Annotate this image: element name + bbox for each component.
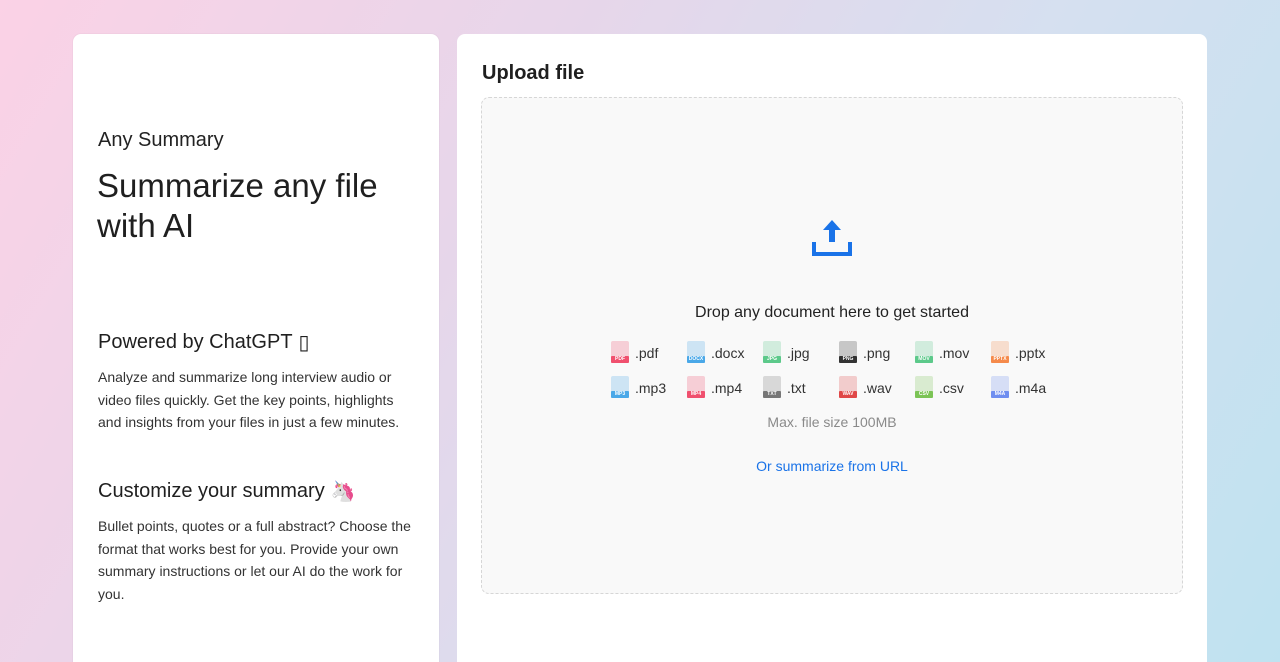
file-type-label: .docx <box>711 345 745 361</box>
file-types-row: PDF .pdf DOCX .docx JPG .jpg PNG .png MOV .mov PPT… <box>482 341 1182 365</box>
file-type-m4a: M4A .m4a <box>991 376 1053 400</box>
file-type-png: PNG .png <box>839 341 901 365</box>
upload-panel: Upload file Drop any document here to ge… <box>457 34 1207 662</box>
pdf-file-icon: PDF <box>611 341 631 365</box>
feature-title-text: Customize your summary <box>98 480 325 502</box>
mp4-file-icon: MP4 <box>687 376 707 400</box>
file-type-label: .wav <box>863 380 892 396</box>
csv-file-icon: CSV <box>915 376 935 400</box>
file-type-label: .mp3 <box>635 380 667 396</box>
file-types-row: MP3 .mp3 MP4 .mp4 TXT .txt WAV .wav CSV .csv M4A .m… <box>482 376 1182 400</box>
file-type-label: .png <box>863 345 891 361</box>
summarize-from-url-link[interactable]: Or summarize from URL <box>482 458 1182 474</box>
feature-title-customize: Customize your summary 🦄 <box>98 479 356 504</box>
file-type-mov: MOV .mov <box>915 341 977 365</box>
hero-heading: Summarize any file with AI <box>97 167 378 244</box>
placeholder-glyph-icon: ▯ <box>298 332 310 354</box>
max-file-size: Max. file size 100MB <box>767 414 897 430</box>
file-type-label: .jpg <box>787 345 810 361</box>
png-file-icon: PNG <box>839 341 859 365</box>
txt-file-icon: TXT <box>763 376 783 400</box>
file-type-label: .csv <box>939 380 964 396</box>
feature-title-chatgpt: Powered by ChatGPT ▯ <box>98 330 310 355</box>
file-type-label: .mov <box>939 345 970 361</box>
drop-instructions: Drop any document here to get started <box>695 304 969 321</box>
m4a-file-icon: M4A <box>991 376 1011 400</box>
file-dropzone[interactable]: Drop any document here to get started PD… <box>481 97 1183 594</box>
file-type-jpg: JPG .jpg <box>763 341 825 365</box>
file-type-pdf: PDF .pdf <box>611 341 673 365</box>
feature-text-customize: Bullet points, quotes or a full abstract… <box>98 518 411 602</box>
feature-title-text: Powered by ChatGPT <box>98 331 293 353</box>
jpg-file-icon: JPG <box>763 341 783 365</box>
unicorn-icon: 🦄 <box>330 481 356 503</box>
mp3-file-icon: MP3 <box>611 376 631 400</box>
file-type-pptx: PPTX .pptx <box>991 341 1053 365</box>
file-type-mp4: MP4 .mp4 <box>687 376 749 400</box>
wav-file-icon: WAV <box>839 376 859 400</box>
file-type-docx: DOCX .docx <box>687 341 749 365</box>
brand-name: Any Summary <box>98 129 224 151</box>
feature-text-chatgpt: Analyze and summarize long interview aud… <box>98 369 400 430</box>
file-type-label: .pptx <box>1015 345 1046 361</box>
upload-title: Upload file <box>482 62 585 84</box>
file-type-label: .txt <box>787 380 806 396</box>
upload-icon <box>812 220 852 256</box>
file-type-csv: CSV .csv <box>915 376 977 400</box>
file-type-txt: TXT .txt <box>763 376 825 400</box>
pptx-file-icon: PPTX <box>991 341 1011 365</box>
file-type-wav: WAV .wav <box>839 376 901 400</box>
file-type-label: .pdf <box>635 345 659 361</box>
file-type-mp3: MP3 .mp3 <box>611 376 673 400</box>
mov-file-icon: MOV <box>915 341 935 365</box>
file-type-label: .mp4 <box>711 380 743 396</box>
intro-panel: Any Summary Summarize any file with AI P… <box>73 34 439 662</box>
docx-file-icon: DOCX <box>687 341 707 365</box>
file-type-label: .m4a <box>1015 380 1047 396</box>
